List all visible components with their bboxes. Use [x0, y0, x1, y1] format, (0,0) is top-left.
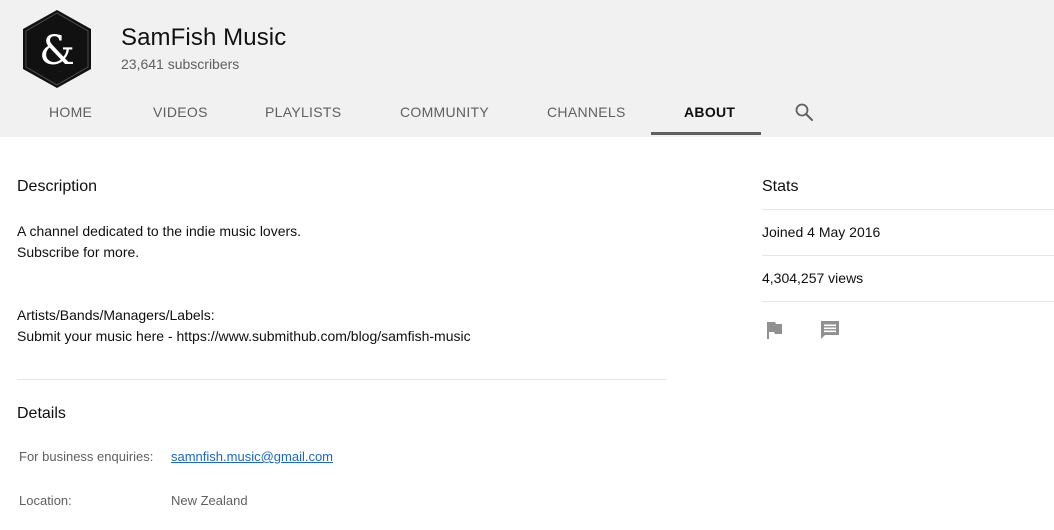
- location-value: New Zealand: [171, 493, 248, 508]
- business-email-link[interactable]: samnfish.music@gmail.com: [171, 449, 333, 464]
- svg-text:· · ·: · · ·: [58, 69, 63, 73]
- stats-divider: [762, 255, 1054, 256]
- view-count: 4,304,257 views: [762, 270, 864, 286]
- tab-videos[interactable]: VIDEOS: [153, 104, 208, 120]
- details-title: Details: [17, 405, 66, 422]
- tab-channels[interactable]: CHANNELS: [547, 104, 626, 120]
- message-icon[interactable]: [818, 318, 842, 342]
- description-line: Artists/Bands/Managers/Labels:: [17, 307, 215, 323]
- stats-title: Stats: [762, 178, 799, 195]
- subscriber-count: 23,641 subscribers: [121, 56, 240, 72]
- tab-community[interactable]: COMMUNITY: [400, 104, 489, 120]
- section-divider: [17, 379, 666, 380]
- search-icon[interactable]: [794, 102, 814, 122]
- svg-text:&: &: [39, 28, 75, 74]
- stats-divider: [762, 209, 1054, 210]
- business-enquiries-label: For business enquiries:: [19, 449, 154, 464]
- flag-icon[interactable]: [763, 318, 787, 342]
- active-tab-indicator: [651, 132, 761, 135]
- channel-avatar[interactable]: & · · ·: [21, 9, 93, 89]
- tab-about[interactable]: ABOUT: [684, 104, 735, 120]
- stats-divider: [762, 301, 1054, 302]
- description-title: Description: [17, 178, 98, 195]
- tab-home[interactable]: HOME: [49, 104, 92, 120]
- description-line: Submit your music here - https://www.sub…: [17, 328, 471, 344]
- description-line: A channel dedicated to the indie music l…: [17, 223, 302, 239]
- joined-date: Joined 4 May 2016: [762, 224, 881, 240]
- channel-header: & · · · SamFish Music 23,641 subscribers…: [0, 0, 1054, 137]
- location-label: Location:: [19, 493, 72, 508]
- description-line: Subscribe for more.: [17, 244, 140, 260]
- channel-name: SamFish Music: [121, 24, 287, 51]
- tab-playlists[interactable]: PLAYLISTS: [265, 104, 341, 120]
